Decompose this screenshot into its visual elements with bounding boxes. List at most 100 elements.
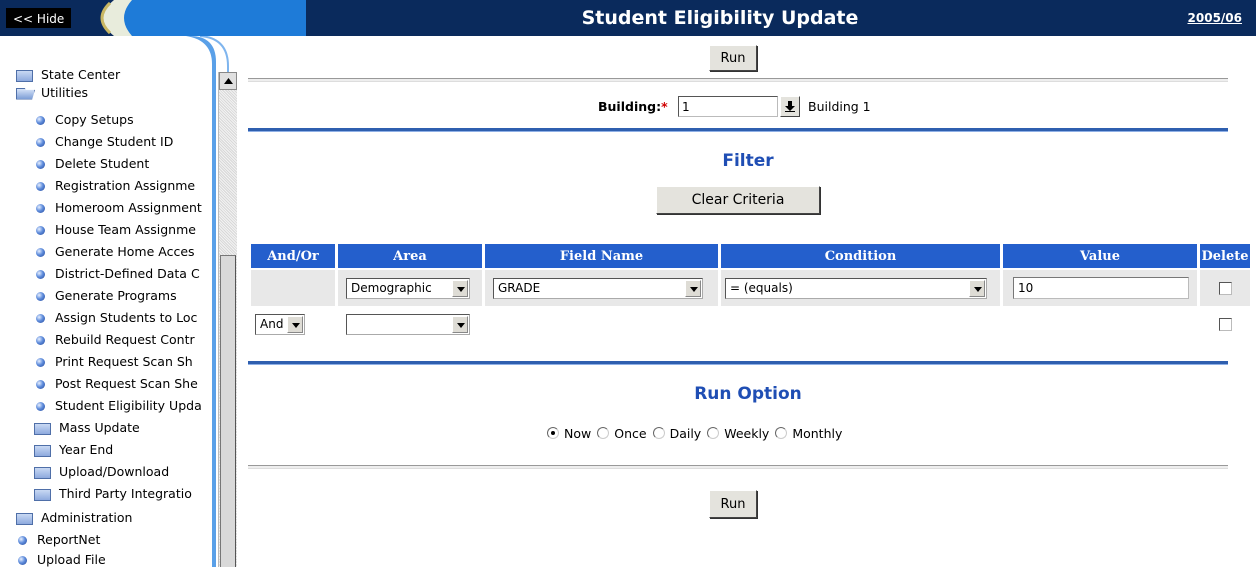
- radio-button[interactable]: [707, 427, 720, 439]
- sidebar-item-label: Registration Assignme: [55, 178, 196, 193]
- divider-blue: [248, 128, 1228, 132]
- bullet-icon: [36, 248, 45, 257]
- sidebar-item-label: Rebuild Request Contr: [55, 332, 195, 347]
- sidebar-item[interactable]: Rebuild Request Contr: [36, 329, 222, 350]
- run-option-daily[interactable]: Daily: [652, 426, 702, 441]
- run-option-weekly[interactable]: Weekly: [707, 426, 769, 441]
- run-option-once[interactable]: Once: [597, 426, 647, 441]
- sidebar-item[interactable]: Copy Setups: [36, 109, 222, 130]
- area-select-value: Demographic: [351, 280, 432, 295]
- area-cell: [338, 306, 482, 342]
- scroll-up-button[interactable]: [219, 72, 237, 90]
- chevron-down-icon: [287, 315, 303, 333]
- sidebar-item-label: House Team Assignme: [55, 222, 196, 237]
- clear-criteria-button[interactable]: Clear Criteria: [656, 186, 820, 214]
- bullet-icon: [36, 292, 45, 301]
- area-cell: Demographic: [338, 270, 482, 306]
- sidebar-item[interactable]: Third Party Integratio: [34, 483, 222, 504]
- folder-icon: [34, 488, 51, 501]
- radio-button[interactable]: [775, 427, 788, 439]
- radio-button[interactable]: [652, 427, 665, 439]
- condition-cell: = (equals): [721, 270, 1000, 306]
- sidebar-item[interactable]: Utilities: [16, 82, 222, 103]
- run-option-label: Daily: [669, 426, 702, 441]
- hide-sidebar-button[interactable]: << Hide: [6, 8, 72, 28]
- arrow-up-icon: [223, 78, 233, 84]
- radio-button[interactable]: [597, 427, 610, 439]
- scroll-thumb[interactable]: [220, 255, 236, 567]
- andor-select-value: And: [260, 316, 284, 331]
- sidebar: State Center Utilities Copy Setups Change S…: [0, 36, 240, 567]
- col-header-area: Area: [338, 244, 482, 270]
- table-row: And: [251, 306, 1250, 342]
- bullet-icon: [18, 536, 27, 545]
- run-option-label: Once: [614, 426, 647, 441]
- bullet-icon: [36, 402, 45, 411]
- field-select[interactable]: GRADE: [493, 277, 703, 299]
- sidebar-item[interactable]: Upload/Download: [34, 461, 222, 482]
- andor-select[interactable]: And: [255, 313, 305, 335]
- sidebar-item[interactable]: ReportNet: [18, 529, 222, 550]
- radio-button[interactable]: [547, 427, 559, 439]
- divider-blue: [248, 361, 1228, 365]
- sidebar-item[interactable]: Year End: [34, 439, 222, 460]
- sidebar-item[interactable]: House Team Assignme: [36, 219, 222, 240]
- sidebar-item-label: Assign Students to Loc: [55, 310, 198, 325]
- sidebar-item[interactable]: Post Request Scan She: [36, 373, 222, 394]
- sidebar-scrollbar[interactable]: [218, 72, 237, 567]
- delete-checkbox[interactable]: [1218, 281, 1232, 295]
- condition-select[interactable]: = (equals): [725, 277, 987, 299]
- sidebar-item[interactable]: Print Request Scan Sh: [36, 351, 222, 372]
- filter-title: Filter: [722, 151, 774, 171]
- folder-icon: [16, 69, 33, 82]
- col-header-condition: Condition: [721, 244, 1000, 270]
- required-marker: *: [661, 99, 668, 114]
- building-name: Building 1: [808, 99, 871, 114]
- value-cell: [1003, 270, 1197, 306]
- sidebar-item-label: Print Request Scan Sh: [55, 354, 193, 369]
- school-year-link[interactable]: 2005/06: [1188, 0, 1242, 36]
- value-input[interactable]: [1013, 277, 1189, 299]
- sidebar-item[interactable]: Assign Students to Loc: [36, 307, 222, 328]
- sidebar-item[interactable]: Mass Update: [34, 417, 222, 438]
- building-lookup-button[interactable]: [780, 96, 800, 117]
- sidebar-item[interactable]: Change Student ID: [36, 131, 222, 152]
- folder-icon: [16, 512, 33, 525]
- building-row: Building:* Building 1: [240, 95, 1256, 119]
- chevron-down-icon: [685, 279, 701, 297]
- area-select[interactable]: [346, 313, 470, 335]
- chevron-down-icon: [969, 279, 985, 297]
- empty-cell: [721, 306, 1000, 342]
- run-button-bottom[interactable]: Run: [709, 490, 757, 518]
- empty-cell: [485, 306, 718, 342]
- run-button-top[interactable]: Run: [709, 45, 757, 71]
- sidebar-item[interactable]: Homeroom Assignment: [36, 197, 222, 218]
- delete-cell: [1200, 306, 1250, 342]
- delete-cell: [1200, 270, 1250, 306]
- sidebar-item[interactable]: Generate Home Acces: [36, 241, 222, 262]
- bullet-icon: [36, 116, 45, 125]
- app-header: << Hide Student Eligibility Update 2005/…: [0, 0, 1256, 36]
- sidebar-item-label: Utilities: [41, 85, 89, 100]
- sidebar-item[interactable]: Student Eligibility Upda: [36, 395, 222, 416]
- sidebar-item[interactable]: Administration: [16, 507, 222, 528]
- run-option-monthly[interactable]: Monthly: [775, 426, 842, 441]
- sidebar-item[interactable]: Registration Assignme: [36, 175, 222, 196]
- sidebar-item-label: District-Defined Data C: [55, 266, 200, 281]
- delete-checkbox[interactable]: [1218, 317, 1232, 331]
- chevron-down-icon: [452, 315, 468, 333]
- area-select[interactable]: Demographic: [346, 277, 470, 299]
- folder-icon: [34, 444, 51, 457]
- divider: [248, 465, 1228, 469]
- divider: [248, 78, 1228, 82]
- sidebar-item[interactable]: Upload File: [18, 549, 222, 567]
- sidebar-item[interactable]: District-Defined Data C: [36, 263, 222, 284]
- filter-table: And/Or Area Field Name Condition Value D…: [248, 244, 1253, 342]
- folder-open-icon: [16, 87, 35, 100]
- run-option-now[interactable]: Now: [547, 426, 591, 441]
- building-input[interactable]: [678, 96, 778, 117]
- sidebar-item[interactable]: Generate Programs: [36, 285, 222, 306]
- sidebar-item-label: Administration: [41, 510, 133, 525]
- sidebar-item[interactable]: Delete Student: [36, 153, 222, 174]
- sidebar-item-label: Copy Setups: [55, 112, 134, 127]
